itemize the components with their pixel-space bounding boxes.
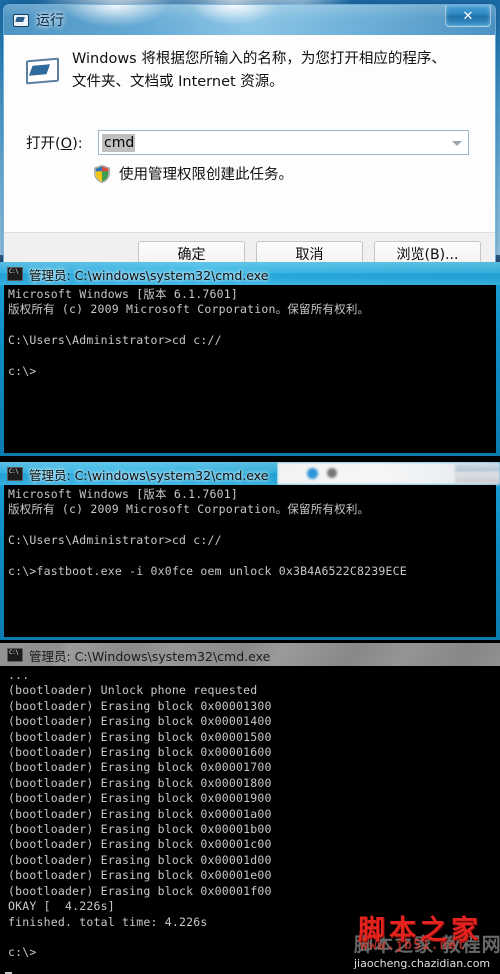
close-icon[interactable]: ✕: [445, 5, 491, 27]
run-description-line-2: 文件夹、文档或 Internet 资源。: [72, 74, 284, 90]
open-label-suffix: ):: [72, 136, 83, 152]
console-cursor: [5, 971, 12, 974]
open-label-prefix: 打开(: [26, 136, 61, 152]
run-uac-text: 使用管理权限创建此任务。: [119, 167, 293, 183]
shield-icon: [94, 164, 110, 183]
run-dialog-title: 运行: [36, 13, 64, 29]
console-icon: [7, 267, 23, 281]
chevron-down-icon[interactable]: [452, 141, 462, 146]
cmd-window-3-title: 管理员: C:\Windows\system32\cmd.exe: [29, 649, 271, 664]
cmd-window-2-titlebar[interactable]: 管理员: C:\windows\system32\cmd.exe: [0, 462, 500, 485]
cmd-window-1-console[interactable]: Microsoft Windows [版本 6.1.7601] 版权所有 (c)…: [4, 285, 496, 453]
cmd-window-1-title: 管理员: C:\windows\system32\cmd.exe: [29, 268, 269, 283]
open-combobox[interactable]: cmd: [98, 130, 469, 155]
cmd-window-1-titlebar[interactable]: 管理员: C:\windows\system32\cmd.exe: [0, 262, 500, 285]
cmd-window-2-console[interactable]: Microsoft Windows [版本 6.1.7601] 版权所有 (c)…: [4, 485, 496, 637]
run-description-line-1: Windows 将根据您所输入的名称，为您打开相应的程序、: [72, 51, 446, 67]
console-icon: [7, 648, 23, 662]
cmd-window-2-output: Microsoft Windows [版本 6.1.7601] 版权所有 (c)…: [8, 487, 407, 579]
cmd-window-3-output: ... (bootloader) Unlock phone requested …: [8, 668, 272, 960]
run-description-row: Windows 将根据您所输入的名称，为您打开相应的程序、 文件夹、文档或 In…: [4, 48, 495, 94]
background-blue-dot-icon: [307, 468, 318, 479]
run-dialog-titlebar[interactable]: 运行 ✕: [4, 5, 495, 35]
cmd-window-2-title: 管理员: C:\windows\system32\cmd.exe: [29, 468, 269, 483]
open-input-value[interactable]: cmd: [102, 133, 136, 152]
run-dialog-body: Windows 将根据您所输入的名称，为您打开相应的程序、 文件夹、文档或 In…: [4, 35, 495, 267]
cmd-window-3: 管理员: C:\Windows\system32\cmd.exe ... (bo…: [0, 643, 500, 974]
background-gray-dot-icon: [327, 468, 337, 478]
run-app-icon: [24, 56, 62, 86]
run-window-icon: [13, 14, 29, 27]
cmd-window-1: 管理员: C:\windows\system32\cmd.exe Microso…: [0, 262, 500, 456]
open-label-accel: O: [60, 136, 73, 152]
cmd-window-3-titlebar[interactable]: 管理员: C:\Windows\system32\cmd.exe: [0, 643, 500, 666]
console-icon: [7, 467, 23, 481]
cmd-window-3-console[interactable]: ... (bootloader) Unlock phone requested …: [4, 666, 496, 974]
background-right-fragment: [455, 464, 499, 483]
run-description-text: Windows 将根据您所输入的名称，为您打开相应的程序、 文件夹、文档或 In…: [72, 48, 446, 94]
screenshot-root: 运行 ✕ Windows 将根据您所输入的名称，为您打开相应的程序、 文件夹、文…: [0, 0, 500, 974]
open-field-label: 打开(O):: [26, 132, 98, 153]
cmd-window-2: 管理员: C:\windows\system32\cmd.exe Microso…: [0, 462, 500, 640]
cmd-window-1-output: Microsoft Windows [版本 6.1.7601] 版权所有 (c)…: [8, 287, 370, 379]
run-uac-row: 使用管理权限创建此任务。: [4, 163, 495, 184]
run-open-row: 打开(O): cmd: [4, 130, 495, 155]
run-dialog: 运行 ✕ Windows 将根据您所输入的名称，为您打开相应的程序、 文件夹、文…: [3, 4, 496, 268]
